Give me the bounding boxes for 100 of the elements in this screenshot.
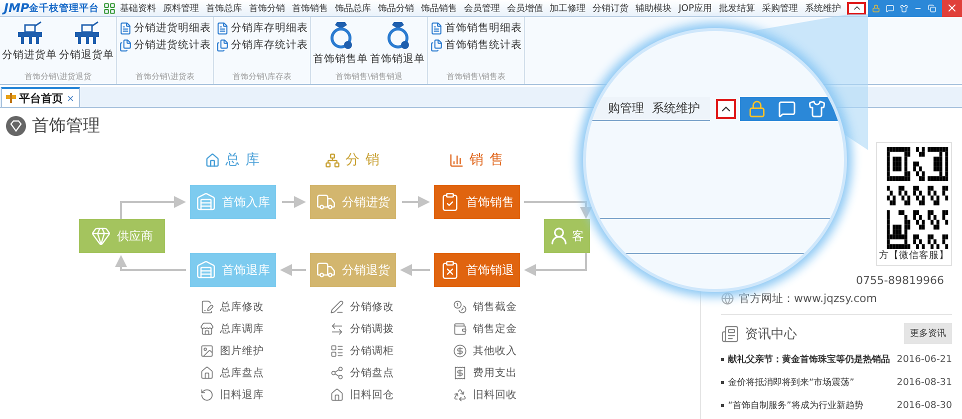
group-caption: 首饰分销\进货退货 <box>24 71 92 83</box>
documents-icon <box>430 38 443 52</box>
ribbon-button[interactable]: 分销进货单 <box>2 19 57 70</box>
shirt-icon <box>808 100 826 118</box>
pencil-icon <box>330 300 344 314</box>
user-icon <box>549 226 569 246</box>
menu-item[interactable]: 分销订货 <box>592 2 629 14</box>
close-button[interactable] <box>942 0 962 16</box>
flow-node[interactable]: 首饰销售 <box>434 185 520 219</box>
group-caption: 首饰分销\进货表 <box>134 71 196 83</box>
news-link[interactable]: 金价将抵消即将到来“市场震荡” <box>728 376 854 389</box>
menu-item[interactable]: 采购管理 <box>762 2 798 14</box>
ribbon-button[interactable]: 分销库存明细表 <box>216 21 308 35</box>
menu-item[interactable]: JOP应用 <box>678 2 712 14</box>
menu-item[interactable]: 批发结算 <box>719 2 756 14</box>
more-news-button[interactable]: 更多资讯 <box>904 323 952 344</box>
warehouse-icon <box>196 192 216 212</box>
news-date: 2016-06-21 <box>896 354 952 365</box>
news-link[interactable]: 献礼父亲节：黄金首饰珠宝等仍是热销品 <box>728 353 890 366</box>
menu-item[interactable]: 饰品总库 <box>334 2 371 14</box>
collapse-button[interactable] <box>847 2 866 14</box>
documents-icon <box>216 38 229 52</box>
group-caption: 首饰分销\库存表 <box>232 71 292 83</box>
globe-icon <box>721 292 734 305</box>
grid-icon[interactable] <box>103 2 116 14</box>
arrow <box>115 255 186 271</box>
menu-item[interactable]: 基础资料 <box>120 2 156 14</box>
action-link[interactable]: 销售定金 <box>453 322 573 336</box>
action-link[interactable]: 总库调库 <box>200 322 330 336</box>
website-text: 官方网址：www.jqzsy.com <box>739 291 877 306</box>
group-caption: 首饰销售\销售销退 <box>334 71 404 83</box>
menu-item[interactable]: 首饰销售 <box>292 2 328 14</box>
lock-icon[interactable] <box>872 2 880 14</box>
bullet <box>721 404 724 407</box>
menu-item[interactable]: 加工修理 <box>550 2 586 14</box>
action-link[interactable]: 分销调柜 <box>330 344 453 358</box>
menu-item[interactable]: 饰品销售 <box>420 2 457 14</box>
share-icon <box>330 366 344 380</box>
action-link[interactable]: 旧料退库 <box>200 388 330 402</box>
edit-icon <box>200 300 214 314</box>
menu-item[interactable]: 会员增值 <box>506 2 543 14</box>
menu-item[interactable]: 首饰分销 <box>249 2 286 14</box>
action-link[interactable]: 分销调拨 <box>330 322 453 336</box>
close-icon[interactable] <box>66 94 75 102</box>
action-link[interactable]: 旧料回收 <box>453 388 573 402</box>
action-link[interactable]: 分销盘点 <box>330 366 453 380</box>
warehouse-icon <box>196 260 216 280</box>
clipboard-x-icon <box>440 260 460 280</box>
ribbon-button[interactable]: 首饰销退单 <box>370 19 425 70</box>
news-date: 2016-08-31 <box>896 377 952 388</box>
message-icon <box>778 100 796 118</box>
column-heading: 分 销 <box>345 151 381 169</box>
menu-item[interactable]: 系统维护 <box>804 2 841 14</box>
action-link[interactable]: 费用支出 <box>453 366 573 380</box>
ribbon-button[interactable]: 分销进货统计表 <box>119 38 211 52</box>
documents-icon <box>119 38 132 52</box>
close-icon <box>946 2 958 14</box>
tab[interactable]: 平台首页 <box>1 87 80 107</box>
restore-icon[interactable] <box>928 2 936 14</box>
news-date: 2016-08-30 <box>896 400 952 411</box>
menu-item[interactable]: 会员管理 <box>464 2 500 14</box>
house-icon <box>330 388 344 402</box>
action-link[interactable]: 图片维护 <box>200 344 330 358</box>
qr-caption: 方【微信客服】 <box>879 249 949 262</box>
action-link[interactable]: 旧料回仓 <box>330 388 453 402</box>
arrow <box>120 196 186 219</box>
newspaper-icon <box>721 324 739 342</box>
menu-item[interactable]: 饰品分销 <box>378 2 414 14</box>
column-heading: 销 售 <box>469 151 505 169</box>
bullet <box>721 358 724 361</box>
group-caption: 首饰销售\销售表 <box>446 71 506 83</box>
arrow <box>524 201 592 219</box>
action-link[interactable]: 销售截金 <box>453 300 573 314</box>
news-link[interactable]: “首饰自制服务”将成为行业新趋势 <box>728 399 864 412</box>
news-title: 资讯中心 <box>745 326 797 342</box>
arrow <box>282 196 306 208</box>
menu-item[interactable]: 原料管理 <box>163 2 200 14</box>
lock-icon <box>748 100 766 118</box>
action-link[interactable]: 分销修改 <box>330 300 453 314</box>
message-icon[interactable] <box>886 2 894 14</box>
action-link[interactable]: 总库修改 <box>200 300 330 314</box>
bar-chart-icon <box>449 152 464 168</box>
arrow <box>280 264 306 276</box>
gem-icon <box>6 116 26 136</box>
ribbon-button[interactable]: 分销退货单 <box>59 19 114 70</box>
ribbon-button[interactable]: 首饰销售明细表 <box>430 21 522 35</box>
flow-node[interactable]: 首饰销退 <box>434 253 520 287</box>
menu-item[interactable]: 辅助模块 <box>636 2 672 14</box>
menu-item[interactable]: 首饰总库 <box>206 2 242 14</box>
shirt-icon[interactable] <box>900 2 908 14</box>
ribbon-button[interactable]: 首饰销售统计表 <box>430 38 522 52</box>
image-icon <box>200 344 214 358</box>
action-link[interactable]: 总库盘点 <box>200 366 330 380</box>
ribbon-button[interactable]: 分销库存统计表 <box>216 38 308 52</box>
ribbon-button[interactable]: 分销进货明细表 <box>119 21 211 35</box>
store-icon <box>200 322 214 336</box>
phone-number: 0755-89819966 <box>856 274 944 287</box>
ribbon-button[interactable]: 首饰销售单 <box>313 19 368 70</box>
logo: JMP <box>1 1 30 15</box>
action-link[interactable]: 其他收入 <box>453 344 573 358</box>
